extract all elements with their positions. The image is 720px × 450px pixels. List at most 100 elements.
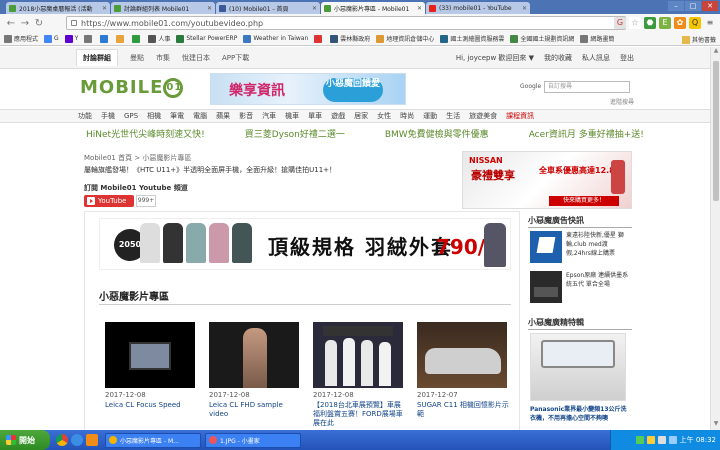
category-item[interactable]: 影音 — [239, 111, 253, 121]
bookmark-star-icon[interactable]: ☆ — [629, 17, 641, 29]
advanced-search-link[interactable]: 進階搜尋 — [610, 97, 634, 106]
browser-tab[interactable]: (10) Mobile01 - 首頁 ✕ — [216, 2, 320, 14]
ie-icon[interactable] — [71, 434, 83, 446]
nissan-ad[interactable]: NISSAN 豪禮雙享 全車系優惠高達12.8萬 快來購買更多！ — [462, 151, 632, 209]
browser-tab[interactable]: (33) mobile01 - YouTube ✕ — [426, 2, 530, 14]
notice-link[interactable]: 屬輪旗艦發場！《HTC U11+》半透明全面屏手機，全面升級！搶購佳拍U11+！ — [84, 165, 336, 175]
video-thumbnail[interactable] — [417, 322, 507, 388]
extension-icon[interactable]: ⬣ — [644, 17, 656, 29]
bookmark-item[interactable] — [314, 34, 324, 43]
video-card[interactable]: 2017-12-07 SUGAR C11 相機回憶影片示範 — [417, 322, 509, 419]
bookmark-item[interactable]: Stellar PowerERP — [176, 34, 237, 43]
bookmark-item[interactable] — [100, 34, 110, 43]
nav-japan[interactable]: 悅建日本 — [182, 53, 210, 63]
category-item[interactable]: 機車 — [285, 111, 299, 121]
user-greeting[interactable]: Hi, joycepw 歡迎回來 ▼ — [456, 53, 534, 63]
video-card[interactable]: 2017-12-08 Leica CL FHD sample video — [209, 322, 301, 419]
bookmark-item[interactable] — [84, 34, 94, 43]
video-card[interactable]: 2017-12-08 Leica CL Focus Speed — [105, 322, 197, 410]
close-tab-icon[interactable]: ✕ — [522, 5, 527, 12]
promo-link[interactable]: Acer資訊月 多重好禮抽+送! — [529, 127, 644, 140]
bookmark-item[interactable] — [116, 34, 126, 43]
category-item[interactable]: GPS — [124, 112, 138, 120]
bookmark-item[interactable]: Weather in Taiwan — [243, 34, 308, 43]
close-tab-icon[interactable]: ✕ — [102, 5, 107, 12]
category-item[interactable]: 單車 — [308, 111, 322, 121]
taskbar-item-paint[interactable]: 1.JPG - 小畫家 — [205, 432, 301, 448]
close-tab-icon[interactable]: ✕ — [417, 5, 422, 12]
bookmark-item[interactable]: 雲林縣政府 — [330, 34, 370, 43]
category-item[interactable]: 遊戲 — [331, 111, 345, 121]
category-item[interactable]: 旅遊美食 — [469, 111, 497, 121]
clock[interactable]: 上午 08:32 — [680, 435, 716, 445]
category-item[interactable]: 女性 — [377, 111, 391, 121]
washer-ad-image[interactable] — [530, 333, 626, 401]
bookmark-item[interactable]: 地理資訊倉儲中心 — [376, 34, 434, 43]
header-banner-ad[interactable]: 樂享資訊 小惡魔回饋愛 — [210, 73, 406, 105]
minimize-icon[interactable]: – — [668, 1, 684, 11]
back-icon[interactable]: ← — [4, 18, 18, 29]
other-bookmarks[interactable]: 其他書籤 — [681, 35, 716, 44]
chrome-icon[interactable] — [56, 434, 68, 446]
reload-icon[interactable]: ↻ — [32, 18, 46, 29]
promo-link[interactable]: 買三菱Dyson好禮二選一 — [245, 127, 345, 140]
category-item[interactable]: 相機 — [147, 111, 161, 121]
sidebar-ad-title[interactable]: Panasonic業界最小變頻13公斤洗衣機，不用再擔心空間不夠噢 — [530, 405, 630, 423]
translate-icon[interactable]: G — [614, 17, 626, 29]
bookmark-item[interactable]: 國土測繪圖資服務雲 — [440, 34, 504, 43]
media-icon[interactable] — [86, 434, 98, 446]
browser-tab-active[interactable]: 小惡魔影片專區 - Mobile01 ✕ — [321, 2, 425, 14]
bookmark-item[interactable]: 全國國土規劃資訊網 — [510, 34, 574, 43]
category-item[interactable]: 手機 — [101, 111, 115, 121]
video-title[interactable]: Leica CL Focus Speed — [105, 401, 197, 410]
category-item[interactable]: 時尚 — [400, 111, 414, 121]
nav-forum[interactable]: 討論群組 — [76, 49, 118, 66]
category-item[interactable]: 電腦 — [193, 111, 207, 121]
tray-icon[interactable] — [646, 436, 655, 444]
my-favorites-link[interactable]: 我的收藏 — [544, 53, 572, 63]
video-title[interactable]: 【2018台北車展預覽】車展福利盤賞五賽！FORD展場車展在此 — [313, 401, 405, 428]
taskbar-item-chrome[interactable]: 小惡魔影片專區 - M... — [105, 432, 201, 448]
scroll-up-icon[interactable]: ▲ — [711, 47, 720, 57]
close-tab-icon[interactable]: ✕ — [207, 5, 212, 12]
bookmark-item[interactable]: Y — [64, 34, 78, 43]
bookmark-item[interactable]: 人事 — [148, 34, 170, 43]
sidebar-ad-item[interactable]: Epson原廠 連續供墨系統五代 單合全場 — [530, 271, 630, 307]
video-thumbnail[interactable] — [209, 322, 299, 388]
promo-link[interactable]: HiNet光世代尖峰時刻速又快! — [86, 127, 205, 140]
nav-item[interactable]: 曼點 — [130, 53, 144, 63]
video-title[interactable]: Leica CL FHD sample video — [209, 401, 301, 419]
category-item[interactable]: 筆電 — [170, 111, 184, 121]
maximize-icon[interactable]: □ — [685, 1, 701, 11]
promo-link[interactable]: BMW免費健檢與零件優惠 — [385, 127, 489, 140]
category-item[interactable]: 生活 — [446, 111, 460, 121]
page-scrollbar[interactable]: ▲ ▼ — [710, 47, 720, 430]
close-window-icon[interactable]: ✕ — [702, 1, 718, 11]
search-input[interactable]: 自訂搜尋 — [544, 81, 630, 93]
category-item[interactable]: 居家 — [354, 111, 368, 121]
video-title[interactable]: SUGAR C11 相機回憶影片示範 — [417, 401, 509, 419]
bookmark-item[interactable]: 應用程式 — [4, 34, 38, 43]
category-item[interactable]: 功能 — [78, 111, 92, 121]
tray-icon[interactable] — [635, 436, 644, 444]
browser-tab[interactable]: 2018小惡魔桌曆報活 (活動 ✕ — [6, 2, 110, 14]
bookmark-item[interactable]: 網路畫簡 — [580, 34, 614, 43]
mobile01-logo[interactable]: MOBILE 01 — [80, 77, 184, 98]
volume-icon[interactable] — [657, 436, 666, 444]
video-thumbnail[interactable] — [313, 322, 403, 388]
breadcrumb[interactable]: Mobile01 首頁 > 小惡魔影片專區 — [84, 153, 191, 163]
category-item-hot[interactable]: 課程資訊 — [506, 111, 534, 121]
start-button[interactable]: 開始 — [0, 430, 50, 450]
category-item[interactable]: 蘋果 — [216, 111, 230, 121]
nav-market[interactable]: 市集 — [156, 53, 170, 63]
logout-link[interactable]: 登出 — [620, 53, 634, 63]
close-tab-icon[interactable]: ✕ — [312, 5, 317, 12]
menu-icon[interactable]: ≡ — [704, 17, 716, 29]
bookmark-item[interactable]: G — [44, 34, 59, 43]
private-message-link[interactable]: 私人訊息 — [582, 53, 610, 63]
scroll-thumb[interactable] — [713, 61, 719, 201]
video-thumbnail[interactable] — [105, 322, 195, 388]
category-item[interactable]: 汽車 — [262, 111, 276, 121]
network-icon[interactable] — [668, 436, 677, 444]
search-extension-icon[interactable]: Q — [689, 17, 701, 29]
